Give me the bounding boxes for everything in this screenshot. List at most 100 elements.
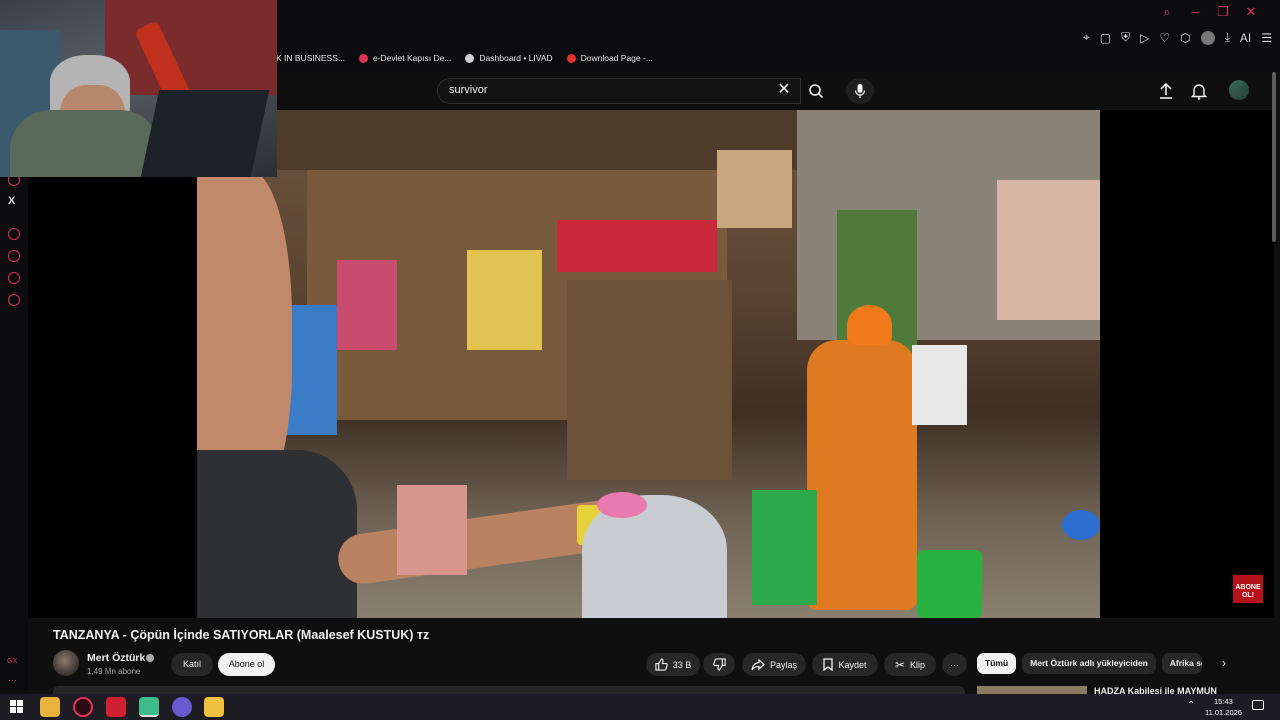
bookmark-item[interactable]: Download Page -... [566, 53, 653, 63]
snapshot-icon[interactable]: ▢ [1100, 31, 1111, 45]
ai-button[interactable]: AI [1240, 31, 1251, 45]
video-frame[interactable] [197, 110, 1100, 618]
pinboard-icon[interactable] [8, 272, 20, 284]
profile-icon[interactable] [1200, 30, 1215, 45]
sidebar-more-icon[interactable]: ··· [8, 675, 17, 685]
notifications-button[interactable] [1190, 82, 1208, 105]
windows-taskbar [0, 694, 1280, 720]
notification-center-icon[interactable] [1252, 700, 1264, 710]
share-button[interactable]: Paylaş [742, 653, 806, 676]
green-bucket-shape [917, 550, 982, 618]
menu-icon[interactable]: ☰ [1261, 31, 1272, 45]
description-box[interactable] [53, 686, 965, 694]
settings-icon[interactable] [8, 294, 20, 306]
clock-date[interactable]: 11.01.2026 [1205, 708, 1242, 717]
thumbs-up-icon [655, 658, 668, 671]
extensions-icon[interactable]: ⬡ [1180, 31, 1190, 45]
tray-chevron-up-icon[interactable]: ⌃ [1187, 700, 1195, 711]
seated-man-shape [397, 485, 467, 575]
like-button[interactable]: 33 B [646, 653, 700, 676]
clear-search-icon[interactable]: ✕ [775, 81, 793, 99]
dashboard-icon [465, 53, 475, 63]
yellow-bag-shape [467, 250, 542, 350]
page-scrollbar[interactable] [1272, 72, 1276, 242]
file-explorer-icon[interactable] [40, 697, 60, 717]
heart-icon[interactable]: ♡ [1159, 31, 1170, 45]
restore-button[interactable]: ❐ [1214, 4, 1232, 20]
video-title: TANZANYA - Çöpün İçinde SATIYORLAR (Maal… [53, 628, 430, 642]
shield-icon[interactable]: ⛨ [1121, 30, 1130, 45]
dislike-button[interactable] [703, 653, 735, 676]
browser-toolbar: ⌖ ▢ ⛨ ▷ ♡ ⬡ ⤓ AI ☰ [1083, 30, 1272, 45]
chip-all[interactable]: Tümü [977, 653, 1017, 674]
green-crate-shape [752, 490, 817, 605]
windows-start-icon[interactable] [10, 700, 23, 713]
search-input-box[interactable] [437, 78, 801, 104]
umbrella-shape [997, 180, 1100, 320]
history-icon[interactable] [8, 250, 20, 262]
search-tabs-icon[interactable]: ⌕ [1158, 4, 1176, 20]
thumbs-down-icon [712, 658, 726, 671]
hanging-bags-shape [337, 260, 397, 350]
browser-sidebar: X GX ··· [0, 170, 28, 690]
discord-icon[interactable] [172, 697, 192, 717]
subscriber-count: 1,49 Mn abone [87, 667, 141, 676]
more-actions-button[interactable]: ··· [942, 653, 967, 676]
search-button[interactable] [801, 78, 831, 104]
app-green-icon[interactable] [139, 697, 159, 717]
chip-from-uploader[interactable]: Mert Öztürk adlı yükleyiciden [1022, 653, 1156, 674]
x-twitter-icon[interactable]: X [8, 195, 15, 207]
bookmark-item[interactable]: e-Devlet Kapısı De... [358, 53, 451, 63]
clip-button[interactable]: ✂ Klip [884, 653, 936, 676]
streamer-shirt-shape [10, 110, 160, 177]
upload-icon [1160, 82, 1172, 99]
subscribe-badge[interactable]: ABONE OL! [1233, 575, 1263, 603]
clock-time[interactable]: 15:43 [1214, 697, 1233, 706]
stall-door-shape [567, 280, 732, 480]
wakala-sign [557, 220, 717, 272]
walking-man-shape [912, 345, 967, 425]
channel-name[interactable]: Mert Öztürk [87, 652, 145, 664]
save-button[interactable]: Kaydet [812, 653, 878, 676]
upload-button[interactable] [1158, 82, 1174, 105]
verified-icon [146, 654, 154, 662]
download-icon[interactable]: ⤓ [1225, 30, 1230, 45]
wall-poster-shape [105, 0, 277, 95]
man-orange-shirt-shape [807, 340, 917, 610]
opera-gx-icon[interactable] [73, 697, 93, 717]
bookmark-icon [823, 658, 834, 671]
join-button[interactable]: Katıl [171, 653, 213, 676]
monitor-shape [140, 90, 270, 177]
search-input[interactable]: survivor [449, 84, 488, 96]
like-count: 33 B [672, 659, 692, 670]
blue-basin-shape [1062, 510, 1100, 540]
channel-avatar[interactable] [53, 650, 79, 676]
player-icon[interactable] [8, 228, 20, 240]
pink-hat-shape [597, 492, 647, 518]
cardboard-sign-shape [717, 150, 792, 228]
search-icon [809, 84, 824, 99]
chip-africa[interactable]: Afrika se [1161, 653, 1202, 674]
play-icon[interactable]: ▷ [1140, 31, 1149, 45]
presenter-shirt-shape [197, 450, 357, 618]
minimize-button[interactable]: – [1186, 4, 1204, 20]
voice-search-button[interactable] [846, 78, 874, 104]
gx-logo-icon[interactable]: GX [7, 658, 17, 665]
download-page-icon [566, 53, 576, 63]
window-controls: ⌕ – ❐ ✕ [1158, 4, 1260, 20]
close-button[interactable]: ✕ [1242, 4, 1260, 20]
chevron-right-icon[interactable]: › [1222, 656, 1226, 670]
recommendation-thumbnail[interactable] [977, 686, 1087, 694]
bookmark-item[interactable]: K IN BUSINESS... [276, 53, 345, 63]
bookmarks-bar: K IN BUSINESS... e-Devlet Kapısı De... D… [276, 53, 653, 63]
microphone-icon [854, 84, 866, 98]
app-yellow-icon[interactable] [204, 697, 224, 717]
webcam-overlay [0, 0, 277, 177]
subscribe-button[interactable]: Abone ol [218, 653, 275, 676]
bookmark-item[interactable]: Dashboard • LIVAD [465, 53, 553, 63]
pin-icon[interactable]: ⌖ [1083, 30, 1090, 45]
account-avatar[interactable] [1229, 80, 1249, 100]
scissors-icon: ✂ [894, 657, 906, 672]
edevlet-icon [358, 53, 368, 63]
app-red-icon[interactable] [106, 697, 126, 717]
